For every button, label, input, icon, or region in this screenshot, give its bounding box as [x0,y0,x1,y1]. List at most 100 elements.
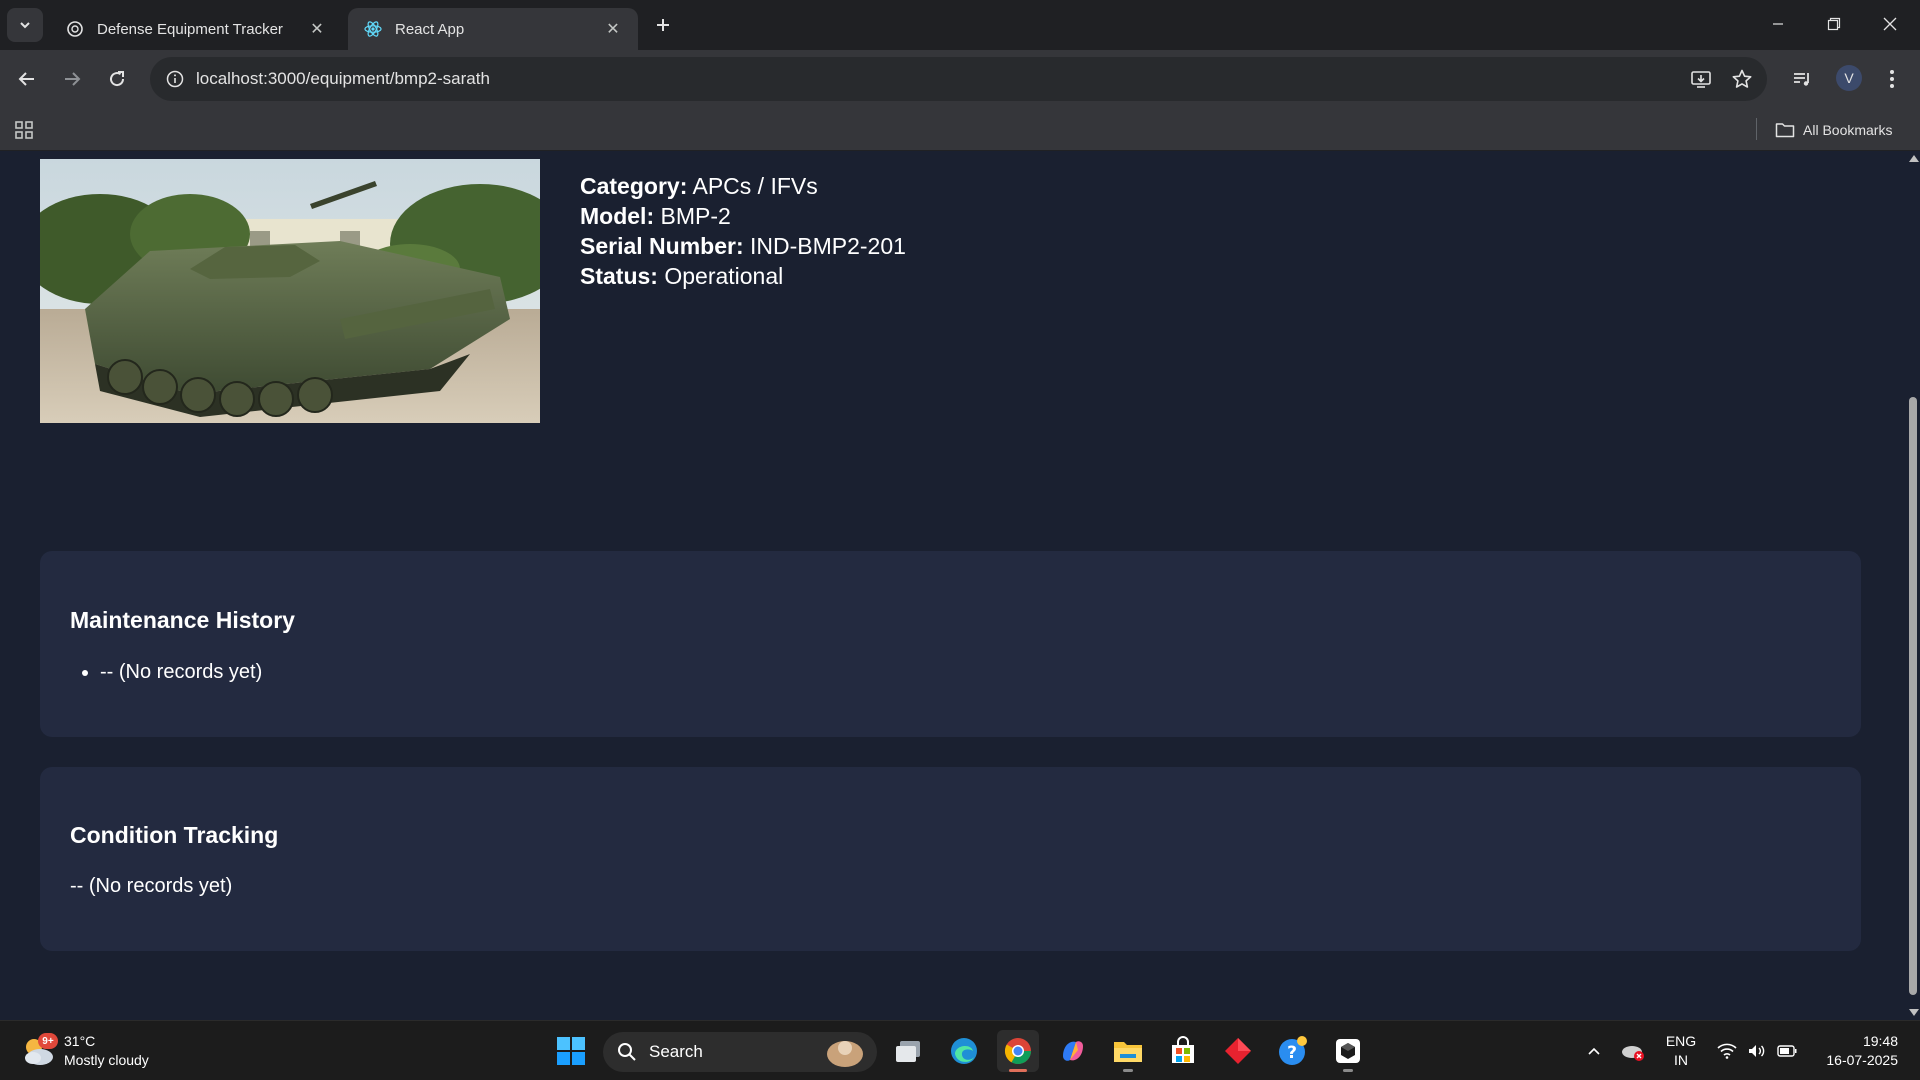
scroll-down-arrow-icon[interactable] [1909,1009,1919,1016]
bookmarks-bar: All Bookmarks [0,108,1920,151]
browser-tab-strip: Defense Equipment Tracker ✕ React App ✕ [0,0,1920,50]
browser-toolbar: localhost:3000/equipment/bmp2-sarath V [0,50,1920,108]
maintenance-list: -- (No records yet) [100,661,262,684]
reload-icon [110,71,125,87]
clock-time: 19:48 [1862,1033,1898,1049]
equipment-details: Category: APCs / IFVs Model: BMP-2 Seria… [580,171,906,291]
app-cube-button[interactable] [1327,1030,1369,1072]
apps-button[interactable] [12,118,36,142]
list-item: -- (No records yet) [100,661,262,684]
volume-icon [1749,1045,1765,1057]
active-indicator [1009,1069,1027,1072]
windows-logo-icon [557,1037,585,1065]
tab-title: React App [395,20,465,38]
region-code: IN [1674,1052,1688,1068]
running-indicator [1343,1069,1353,1072]
condition-tracking-heading: Condition Tracking [70,822,279,848]
show-hidden-icons-button[interactable] [1580,1021,1608,1080]
chrome-browser-button[interactable] [997,1030,1039,1072]
search-label: Search [649,1042,703,1061]
arrow-right-icon [65,72,81,86]
tab-search-button[interactable] [7,8,43,42]
edge-icon [951,1038,977,1064]
app-diamond-button[interactable] [1217,1030,1259,1072]
star-icon [1732,69,1752,88]
category-row: Category: APCs / IFVs [580,171,906,201]
tab-title: Defense Equipment Tracker [97,20,283,38]
running-indicator [1123,1069,1133,1072]
apps-grid-icon [15,121,33,139]
file-explorer-button[interactable] [1107,1030,1149,1072]
store-icon [1172,1036,1194,1063]
folder-icon [1775,123,1795,138]
copilot-icon [1063,1041,1083,1061]
chevron-down-icon [20,22,30,29]
input-language-indicator[interactable]: ENG IN [1660,1021,1702,1080]
start-button[interactable] [550,1030,592,1072]
folder-icon [1114,1042,1142,1062]
task-view-button[interactable] [888,1030,930,1072]
cloud-error-icon [1622,1046,1644,1061]
scroll-up-arrow-icon[interactable] [1909,155,1919,162]
quick-settings-button[interactable] [1714,1021,1800,1080]
cube-icon [1336,1039,1360,1063]
close-icon [1883,17,1897,31]
new-tab-button[interactable] [650,12,676,38]
bookmark-star-button[interactable] [1727,64,1757,94]
clock-button[interactable]: 19:48 16-07-2025 [1812,1021,1898,1080]
playlist-icon [1794,73,1809,86]
install-app-button[interactable] [1686,64,1716,94]
copilot-button[interactable] [1052,1030,1094,1072]
status-row: Status: Operational [580,261,906,291]
windows-taskbar: 9+ 31°C Mostly cloudy Search ? ENG IN 19… [0,1020,1920,1080]
weather-widget[interactable]: 9+ 31°C Mostly cloudy [20,1027,149,1075]
tab-defense-equipment-tracker[interactable]: Defense Equipment Tracker ✕ [50,8,342,50]
serial-number-row: Serial Number: IND-BMP2-201 [580,231,906,261]
profile-avatar[interactable]: V [1836,65,1862,91]
all-bookmarks-button[interactable]: All Bookmarks [1775,117,1892,143]
clock-date: 16-07-2025 [1826,1052,1898,1068]
serial-number-label: Serial Number: [580,233,744,259]
minimize-button[interactable] [1750,0,1806,48]
svg-text:?: ? [1287,1043,1297,1063]
react-favicon-icon [363,19,383,39]
status-label: Status: [580,263,658,289]
red-diamond-icon [1225,1038,1251,1064]
site-info-button[interactable] [160,64,190,94]
reload-button[interactable] [99,61,135,97]
language-code: ENG [1665,1033,1697,1049]
close-icon[interactable]: ✕ [602,18,624,40]
scrollbar-thumb[interactable] [1909,397,1917,995]
forward-button[interactable] [54,61,90,97]
close-window-button[interactable] [1862,0,1918,48]
edge-browser-button[interactable] [943,1030,985,1072]
all-bookmarks-label: All Bookmarks [1803,122,1893,138]
url-text[interactable]: localhost:3000/equipment/bmp2-sarath [196,69,490,89]
help-icon: ? [1279,1036,1307,1065]
tab-react-app[interactable]: React App ✕ [348,8,638,50]
address-bar[interactable]: localhost:3000/equipment/bmp2-sarath [150,57,1767,101]
more-vertical-icon [1890,70,1894,88]
weather-badge: 9+ [38,1033,58,1049]
search-icon [618,1043,636,1061]
back-button[interactable] [9,61,45,97]
wifi-icon [1717,1043,1737,1059]
minimize-icon [1773,23,1783,25]
restore-button[interactable] [1806,0,1862,48]
page-viewport: Category: APCs / IFVs Model: BMP-2 Seria… [0,151,1906,1020]
get-help-button[interactable]: ? [1272,1030,1314,1072]
info-icon [166,70,184,88]
weather-temperature: 31°C [64,1033,96,1049]
microsoft-store-button[interactable] [1162,1030,1204,1072]
search-highlight-image-icon [827,1041,863,1067]
media-controls-button[interactable] [1784,61,1820,97]
browser-menu-button[interactable] [1874,61,1910,97]
category-value: APCs / IFVs [692,173,818,199]
install-icon [1691,71,1711,88]
taskbar-search[interactable]: Search [603,1032,877,1072]
close-icon[interactable]: ✕ [306,18,328,40]
onedrive-status-button[interactable] [1618,1021,1648,1080]
page-scrollbar[interactable] [1906,151,1920,1020]
maintenance-history-heading: Maintenance History [70,607,295,633]
status-value: Operational [664,263,784,289]
